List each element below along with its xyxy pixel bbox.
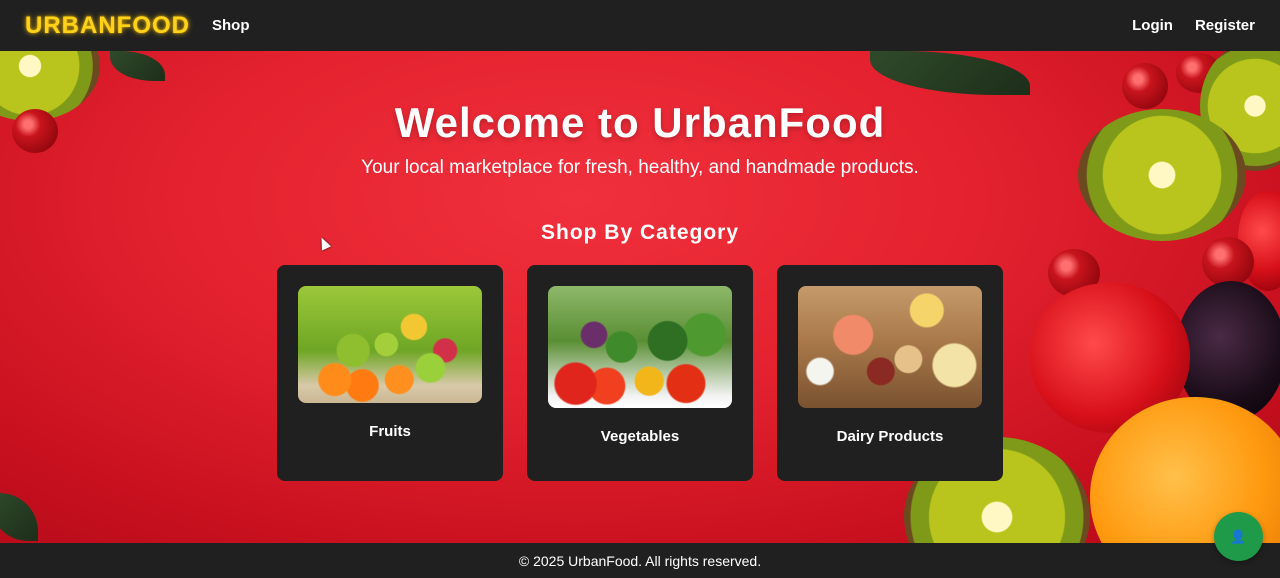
brand-logo[interactable]: URBANFOOD [25,12,190,40]
category-label: Dairy Products [836,428,944,445]
dairy-image [798,286,982,408]
section-title: Shop By Category [540,221,740,244]
category-card-vegetables[interactable]: Vegetables [527,265,753,481]
fruits-image [298,286,482,403]
leaf-decoration [110,51,165,81]
user-icon: 👤 [1230,528,1247,544]
nav-auth-links: Login Register [1132,17,1255,34]
nav-link-register[interactable]: Register [1195,17,1255,34]
footer: © 2025 UrbanFood. All rights reserved. [0,543,1280,578]
nav-link-login[interactable]: Login [1132,17,1173,34]
footer-copyright: © 2025 UrbanFood. All rights reserved. [518,552,762,569]
category-card-dairy[interactable]: Dairy Products [777,265,1003,481]
category-label: Fruits [369,423,411,440]
category-card-fruits[interactable]: Fruits [277,265,503,481]
top-navbar: URBANFOOD Shop Login Register [0,0,1280,51]
hero-banner: Welcome to UrbanFood Your local marketpl… [0,51,1280,543]
leaf-decoration [870,51,1030,95]
nav-link-shop[interactable]: Shop [212,17,250,34]
chat-button[interactable]: 👤 [1214,512,1263,561]
page-title: Welcome to UrbanFood [394,99,886,146]
hero-subtitle: Your local marketplace for fresh, health… [361,157,919,178]
leaf-decoration [0,493,38,541]
vegetables-image [548,286,732,408]
category-label: Vegetables [600,428,680,445]
